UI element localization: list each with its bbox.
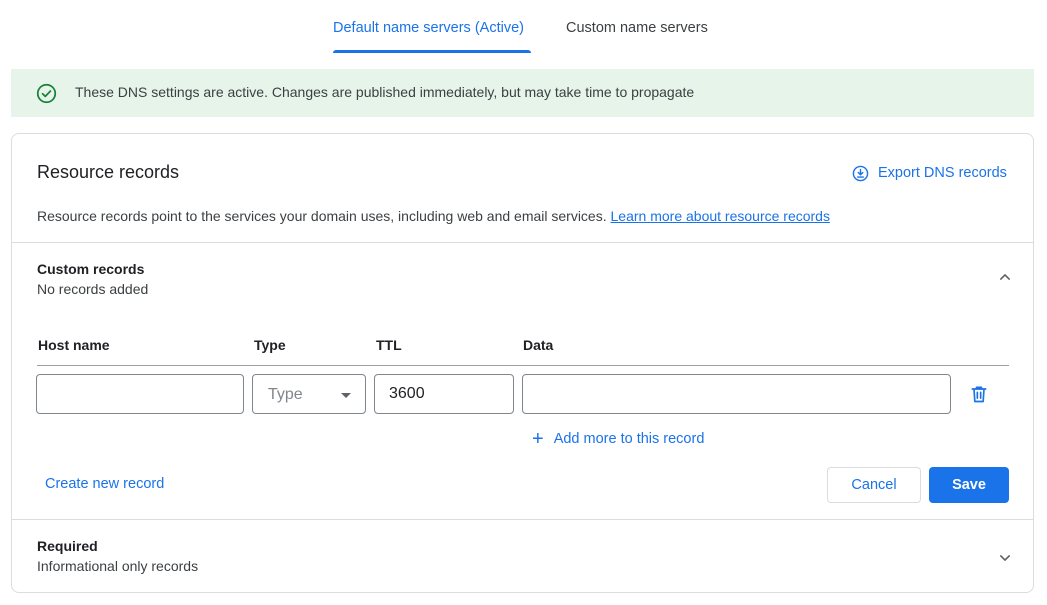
active-tab-indicator (333, 50, 531, 53)
download-circle-icon (852, 165, 869, 181)
card-title: Resource records (37, 162, 180, 182)
divider (12, 519, 1033, 520)
delete-icon[interactable] (969, 384, 989, 404)
name-server-tabs: Default name servers (Active) Custom nam… (0, 0, 1047, 56)
host-name-input[interactable] (36, 374, 244, 414)
type-select[interactable]: Type (252, 374, 366, 414)
description-body: Resource records point to the services y… (37, 208, 607, 224)
add-more-label: Add more to this record (553, 431, 705, 447)
column-header-ttl: TTL (376, 337, 402, 353)
chevron-up-icon[interactable] (995, 267, 1015, 287)
description-text: Resource records point to the services y… (37, 208, 830, 224)
divider (12, 242, 1033, 243)
required-subtitle: Informational only records (37, 558, 199, 574)
status-message: These DNS settings are active. Changes a… (75, 84, 695, 100)
cancel-button[interactable]: Cancel (827, 467, 921, 503)
create-new-record-link[interactable]: Create new record (45, 476, 164, 492)
check-circle-icon (36, 83, 57, 104)
required-title: Required (37, 538, 98, 554)
export-label: Export DNS records (878, 165, 1007, 181)
column-header-divider (37, 365, 1009, 366)
column-header-type: Type (254, 337, 286, 353)
column-header-host: Host name (38, 337, 110, 353)
ttl-input[interactable] (374, 374, 514, 414)
type-select-placeholder: Type (268, 386, 303, 403)
custom-records-title: Custom records (37, 261, 145, 277)
dropdown-arrow-icon (341, 393, 351, 398)
tab-custom-name-servers[interactable]: Custom name servers (566, 20, 708, 36)
plus-icon: + (532, 428, 544, 450)
tab-default-name-servers[interactable]: Default name servers (Active) (333, 20, 524, 36)
resource-records-card: Resource records Export DNS records Reso… (11, 133, 1034, 593)
chevron-down-icon[interactable] (995, 548, 1015, 568)
learn-more-link[interactable]: Learn more about resource records (611, 208, 830, 224)
custom-records-subtitle: No records added (37, 281, 149, 297)
data-input[interactable] (522, 374, 951, 414)
export-dns-records-button[interactable]: Export DNS records (852, 162, 1007, 184)
column-header-data: Data (523, 337, 554, 353)
status-banner: These DNS settings are active. Changes a… (11, 69, 1034, 117)
save-button[interactable]: Save (929, 467, 1009, 503)
add-more-button[interactable]: + Add more to this record (532, 428, 705, 450)
